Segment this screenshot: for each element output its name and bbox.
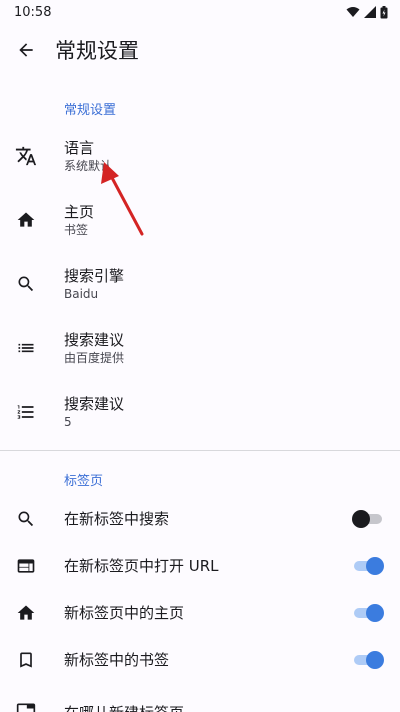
pref-open-url-in-new-tab-title: 在新标签页中打开 URL bbox=[64, 556, 219, 575]
pref-suggestion-count-summary: 5 bbox=[64, 414, 72, 429]
translate-icon bbox=[14, 144, 38, 168]
pref-bookmarks-in-new-tab[interactable]: 新标签中的书签 bbox=[0, 636, 400, 683]
pref-language-summary: 系统默认 bbox=[64, 158, 113, 173]
pref-search-suggestions-summary: 由百度提供 bbox=[64, 350, 125, 365]
web-window-icon bbox=[14, 554, 38, 578]
home-icon bbox=[14, 601, 38, 625]
signal-icon bbox=[364, 6, 376, 18]
wifi-icon bbox=[346, 7, 360, 17]
battery-icon bbox=[380, 5, 388, 18]
pref-search-engine-title: 搜索引擎 bbox=[64, 266, 125, 285]
pref-search-suggestions[interactable]: 搜索建议 由百度提供 bbox=[0, 316, 400, 380]
pref-open-url-in-new-tab[interactable]: 在新标签页中打开 URL bbox=[0, 542, 400, 589]
tab-icon bbox=[14, 699, 38, 712]
pref-new-tab-position[interactable]: 在哪儿新建标签页 bbox=[0, 683, 400, 712]
status-time: 10:58 bbox=[14, 4, 52, 20]
search-in-new-tab-toggle[interactable] bbox=[352, 509, 384, 528]
pref-search-engine[interactable]: 搜索引擎 Baidu bbox=[0, 252, 400, 316]
search-icon bbox=[14, 507, 38, 531]
pref-language[interactable]: 语言 系统默认 bbox=[0, 124, 400, 188]
pref-homepage-in-new-tab[interactable]: 新标签页中的主页 bbox=[0, 589, 400, 636]
pref-bookmarks-in-new-tab-title: 新标签中的书签 bbox=[64, 650, 170, 669]
homepage-in-new-tab-toggle[interactable] bbox=[352, 603, 384, 622]
bookmark-icon bbox=[14, 648, 38, 672]
pref-suggestion-count-title: 搜索建议 bbox=[64, 394, 125, 413]
pref-suggestion-count[interactable]: 搜索建议 5 bbox=[0, 380, 400, 444]
numbered-list-icon bbox=[14, 400, 38, 424]
pref-homepage-in-new-tab-title: 新标签页中的主页 bbox=[64, 603, 185, 622]
pref-homepage[interactable]: 主页 书签 bbox=[0, 188, 400, 252]
pref-search-in-new-tab-title: 在新标签中搜索 bbox=[64, 509, 170, 528]
status-bar: 10:58 bbox=[0, 0, 400, 24]
page-title: 常规设置 bbox=[55, 39, 139, 63]
pref-search-in-new-tab[interactable]: 在新标签中搜索 bbox=[0, 495, 400, 542]
list-icon bbox=[14, 336, 38, 360]
home-icon bbox=[14, 208, 38, 232]
app-bar: 常规设置 bbox=[0, 24, 400, 76]
pref-search-engine-summary: Baidu bbox=[64, 286, 99, 301]
status-icons bbox=[346, 5, 388, 19]
open-url-in-new-tab-toggle[interactable] bbox=[352, 556, 384, 575]
pref-search-suggestions-title: 搜索建议 bbox=[64, 330, 125, 349]
pref-homepage-title: 主页 bbox=[64, 202, 95, 221]
bookmarks-in-new-tab-toggle[interactable] bbox=[352, 650, 384, 669]
back-button[interactable] bbox=[12, 36, 40, 64]
pref-homepage-summary: 书签 bbox=[64, 222, 89, 237]
pref-language-title: 语言 bbox=[64, 138, 95, 157]
section-header-tabs: 标签页 bbox=[64, 474, 104, 489]
arrow-back-icon bbox=[19, 43, 33, 57]
section-header-general: 常规设置 bbox=[64, 103, 117, 118]
search-icon bbox=[14, 272, 38, 296]
pref-new-tab-position-title: 在哪儿新建标签页 bbox=[64, 703, 384, 712]
